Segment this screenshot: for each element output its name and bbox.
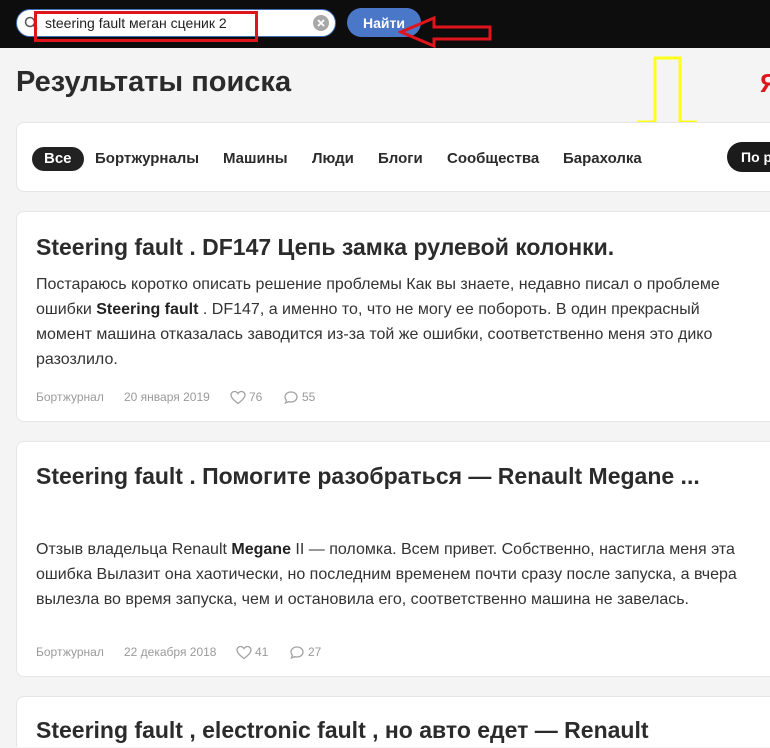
snippet-highlight: Megane — [231, 541, 291, 558]
filter-panel: Все Бортжурналы Машины Люди Блоги Сообще… — [16, 122, 770, 192]
like-count: 41 — [255, 645, 269, 659]
clear-icon[interactable] — [313, 15, 329, 31]
page-title: Результаты поиска — [16, 66, 292, 98]
tab-logbooks[interactable]: Бортжурналы — [95, 147, 199, 171]
result-card: Steering fault . DF147 Цепь замка рулево… — [16, 211, 770, 422]
heart-icon[interactable] — [236, 645, 252, 660]
annotation-red-box — [34, 11, 258, 42]
result-card: Steering fault , electronic fault , но а… — [16, 696, 770, 747]
result-title-link[interactable]: Steering fault . DF147 Цепь замка рулево… — [36, 230, 741, 265]
sort-button[interactable]: По р — [727, 142, 770, 172]
comment-icon[interactable] — [289, 645, 305, 660]
tab-cars[interactable]: Машины — [223, 147, 288, 171]
tab-people[interactable]: Люди — [312, 147, 354, 171]
result-card: Steering fault . Помогите разобраться — … — [16, 441, 770, 677]
tab-marketplace[interactable]: Барахолка — [563, 147, 642, 171]
annotation-red-arrow — [398, 16, 492, 48]
result-snippet: Отзыв владельца Renault Megane II — поло… — [36, 537, 741, 612]
result-source[interactable]: Бортжурнал — [36, 645, 104, 659]
comment-count: 55 — [302, 390, 316, 404]
snippet-text: Отзыв владельца Renault — [36, 541, 232, 558]
result-source[interactable]: Бортжурнал — [36, 390, 104, 404]
tab-all[interactable]: Все — [32, 147, 84, 171]
result-date: 20 января 2019 — [124, 390, 210, 404]
tab-communities[interactable]: Сообщества — [447, 147, 539, 171]
snippet-highlight: Steering fault — [96, 301, 199, 318]
heart-icon[interactable] — [230, 390, 246, 405]
side-logo-mark: Я — [760, 68, 770, 98]
result-title-link[interactable]: Steering fault , electronic fault , но а… — [36, 713, 741, 748]
comment-count: 27 — [308, 645, 322, 659]
comment-icon[interactable] — [283, 390, 299, 405]
tab-blogs[interactable]: Блоги — [378, 147, 423, 171]
result-snippet: Постараюсь коротко описать решение пробл… — [36, 272, 741, 372]
like-count: 76 — [249, 390, 263, 404]
result-title-link[interactable]: Steering fault . Помогите разобраться — … — [36, 459, 741, 494]
result-date: 22 декабря 2018 — [124, 645, 217, 659]
